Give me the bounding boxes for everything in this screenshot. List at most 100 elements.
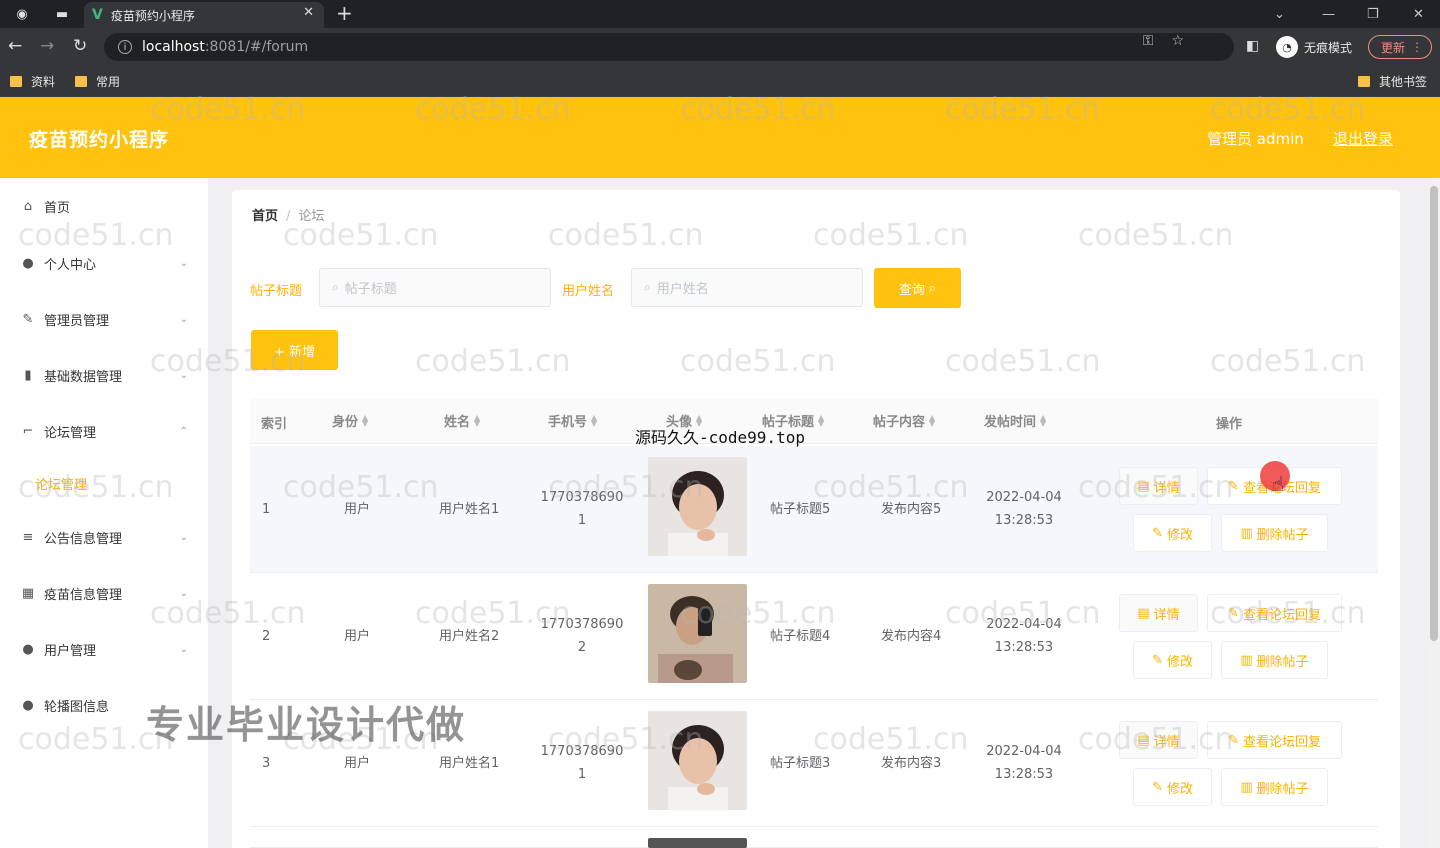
edit-button[interactable]: ✎ 修改: [1133, 514, 1212, 552]
window-icon[interactable]: ▬: [48, 0, 76, 28]
column-header[interactable]: 身份 ▲ ▼: [332, 411, 368, 430]
chevron-down-icon: ⌄: [179, 588, 188, 599]
detail-button[interactable]: ▤ 详情: [1119, 721, 1198, 759]
sidebar-item-home[interactable]: ⌂ 首页: [20, 197, 188, 216]
restore-icon[interactable]: ❐: [1367, 0, 1379, 28]
back-icon[interactable]: ←: [8, 36, 22, 56]
trash-icon: ▥: [1240, 652, 1253, 668]
column-header[interactable]: 帖子内容 ▲ ▼: [873, 411, 935, 430]
column-header-label: 发帖时间: [984, 415, 1037, 430]
grid-icon: ▦: [21, 586, 35, 601]
column-header-label: 姓名: [444, 415, 471, 430]
edit-icon: ✎: [1152, 652, 1163, 668]
avatar[interactable]: [648, 838, 747, 848]
home-icon: ⌂: [23, 199, 33, 214]
sort-icon[interactable]: ▲ ▼: [818, 413, 824, 427]
delete-button[interactable]: ▥ 删除帖子: [1221, 641, 1328, 679]
sidebar-item-forum[interactable]: ⌐ 论坛管理 ⌃: [20, 422, 188, 441]
column-header[interactable]: 手机号 ▲ ▼: [548, 411, 597, 430]
bookmarks-bar: 资料 常用 其他书签: [0, 66, 1440, 97]
sidebar-item-label: 疫苗信息管理: [44, 588, 123, 603]
edit-button[interactable]: ✎ 修改: [1133, 641, 1212, 679]
logout-link[interactable]: 退出登录: [1333, 128, 1393, 149]
column-header[interactable]: 发帖时间 ▲ ▼: [984, 411, 1046, 430]
tab-search-icon[interactable]: ⌄: [1274, 0, 1285, 28]
date-line: 2022-04-04: [986, 744, 1062, 759]
sidebar-subitem-forum[interactable]: 论坛管理: [35, 474, 87, 493]
avatar[interactable]: [648, 584, 747, 683]
update-button[interactable]: 更新 ⋮: [1368, 35, 1432, 59]
globe-icon[interactable]: ◉: [8, 0, 36, 28]
sidebar-item-admin[interactable]: ✎ 管理员管理 ⌄: [20, 310, 188, 329]
reload-icon[interactable]: ↻: [73, 36, 87, 56]
detail-button[interactable]: ▤ 详情: [1119, 467, 1198, 505]
breadcrumb-home[interactable]: 首页: [252, 209, 278, 224]
edit-icon: ✎: [1152, 525, 1163, 541]
url-input[interactable]: i localhost:8081/#/forum: [104, 33, 1234, 61]
key-icon[interactable]: ⚿: [1143, 33, 1154, 49]
sidebar-item-label: 公告信息管理: [44, 532, 123, 547]
cell-title: 帖子标题5: [770, 502, 831, 517]
avatar[interactable]: [648, 711, 747, 810]
view-replies-button[interactable]: ✎查看论坛回复: [1207, 594, 1342, 632]
chevron-down-icon: ⌄: [179, 258, 188, 269]
folder-icon: [1358, 76, 1370, 87]
sort-icon[interactable]: ▲ ▼: [474, 413, 480, 427]
delete-button[interactable]: ▥ 删除帖子: [1221, 768, 1328, 806]
column-header[interactable]: 姓名 ▲ ▼: [444, 411, 480, 430]
bar-chart-icon: ▮: [24, 368, 32, 383]
bookmark-folder[interactable]: 资料: [10, 73, 55, 90]
sidebar-item-profile[interactable]: ● 个人中心 ⌄: [20, 254, 188, 273]
sort-icon[interactable]: ▲ ▼: [929, 413, 935, 427]
close-tab-icon[interactable]: ✕: [303, 5, 314, 20]
page-scrollbar[interactable]: [1428, 178, 1440, 848]
browser-tab[interactable]: V 疫苗预约小程序 ✕: [84, 2, 324, 28]
table-row[interactable]: 1 用户 用户姓名1 1770378690 1 帖子标题5 发布内容5 2022-…: [250, 446, 1378, 573]
app-header: 疫苗预约小程序 管理员 admin 退出登录: [0, 97, 1440, 178]
trash-icon: ▥: [1240, 779, 1253, 795]
incognito-indicator[interactable]: ◔ 无痕模式: [1276, 36, 1352, 58]
phone-line: 1770378690: [540, 744, 624, 759]
bookmark-label: 常用: [96, 75, 121, 89]
star-icon[interactable]: ☆: [1171, 33, 1184, 49]
title-search-input[interactable]: ⌕ 帖子标题: [319, 268, 551, 307]
user-search-input[interactable]: ⌕ 用户姓名: [631, 268, 863, 307]
sidepanel-icon[interactable]: ◧: [1246, 38, 1259, 54]
browser-tab-strip: ◉ ▬ V 疫苗预约小程序 ✕ + ⌄ — ❐ ✕: [0, 0, 1440, 28]
more-icon: ⋮: [1411, 40, 1423, 54]
sidebar-item-notice[interactable]: ≡ 公告信息管理 ⌄: [20, 528, 188, 547]
new-tab-icon[interactable]: +: [336, 1, 353, 25]
query-button[interactable]: 查询 ⌕: [874, 268, 961, 308]
add-button[interactable]: + 新增: [251, 330, 338, 370]
avatar[interactable]: [648, 457, 747, 556]
info-icon[interactable]: i: [118, 40, 132, 54]
forward-icon[interactable]: →: [40, 36, 54, 56]
sort-icon[interactable]: ▲ ▼: [1040, 413, 1046, 427]
bookmark-label: 资料: [31, 75, 56, 89]
table-row[interactable]: 2 用户 用户姓名2 1770378690 2 帖子标题4 发布内容4 2022-…: [250, 573, 1378, 700]
bookmark-folder[interactable]: 常用: [75, 73, 120, 90]
edit-button[interactable]: ✎ 修改: [1133, 768, 1212, 806]
sort-icon[interactable]: ▲ ▼: [591, 413, 597, 427]
minimize-icon[interactable]: —: [1322, 0, 1335, 28]
phone-line: 1770378690: [540, 490, 624, 505]
delete-button[interactable]: ▥ 删除帖子: [1221, 514, 1328, 552]
time-line: 13:28:53: [994, 640, 1054, 655]
sidebar-item-basedata[interactable]: ▮ 基础数据管理 ⌄: [20, 366, 188, 385]
detail-button[interactable]: ▤ 详情: [1119, 594, 1198, 632]
column-header: 操作: [1216, 417, 1243, 432]
other-bookmarks[interactable]: 其他书签: [1358, 73, 1427, 90]
sidebar-item-users[interactable]: ● 用户管理 ⌄: [20, 640, 188, 659]
sidebar-item-vaccine[interactable]: ▦ 疫苗信息管理 ⌄: [20, 584, 188, 603]
chevron-down-icon: ⌄: [179, 532, 188, 543]
sort-icon[interactable]: ▲ ▼: [362, 413, 368, 427]
bookmark-label: 其他书签: [1379, 75, 1428, 89]
title-search-placeholder: 帖子标题: [344, 282, 397, 297]
column-header-label: 帖子内容: [873, 415, 926, 430]
scrollbar-thumb[interactable]: [1430, 186, 1438, 641]
vue-logo-icon: V: [92, 7, 103, 23]
column-header: 索引: [261, 417, 288, 432]
view-replies-button[interactable]: ✎查看论坛回复: [1207, 721, 1342, 759]
table-row[interactable]: [250, 827, 1378, 848]
close-window-icon[interactable]: ✕: [1413, 0, 1424, 28]
